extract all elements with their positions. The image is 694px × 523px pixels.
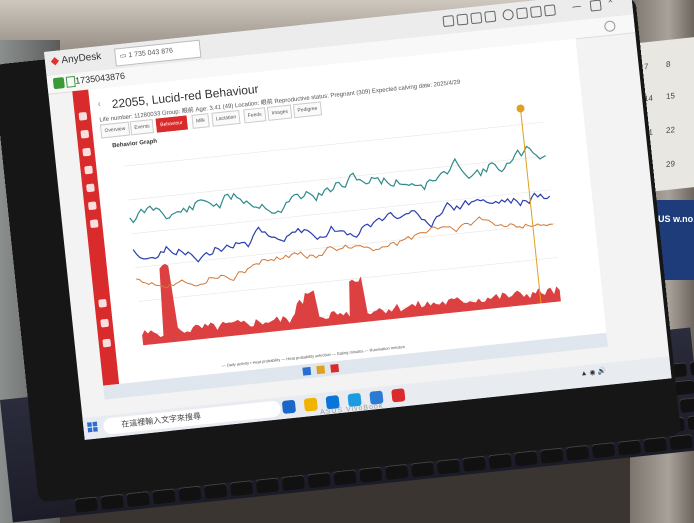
display-icon[interactable] [516, 7, 529, 20]
keyboard-key [488, 452, 512, 470]
keyboard-key [679, 396, 694, 413]
add-icon[interactable] [78, 111, 88, 121]
keyboard-key [410, 461, 435, 478]
keyboard-key [100, 493, 124, 510]
tab-feeds[interactable]: Feeds [243, 107, 267, 124]
settings-icon[interactable] [102, 338, 112, 348]
folder-icon[interactable] [303, 397, 318, 412]
anydesk-taskbar-icon[interactable] [391, 388, 406, 403]
maximize-icon[interactable] [589, 0, 602, 12]
tab-behaviour[interactable]: Behaviour [155, 115, 188, 133]
keyboard-key [617, 439, 642, 456]
anydesk-app-name: AnyDesk [60, 51, 102, 67]
star-icon[interactable] [484, 10, 497, 23]
calendar-day: 8 [666, 59, 671, 70]
remote-address[interactable]: 1735043876 [75, 71, 126, 86]
anydesk-logo: ◆ AnyDesk [50, 51, 102, 68]
cow-icon[interactable] [82, 147, 92, 157]
tab-pedigree[interactable]: Pedigree [292, 101, 323, 119]
session-tab-id: 1 735 043 876 [128, 47, 174, 60]
windows-icon[interactable] [302, 366, 312, 376]
tab-images[interactable]: Images [266, 104, 293, 121]
group-icon[interactable] [87, 201, 97, 211]
marker-line [519, 106, 542, 304]
keyboard-key [126, 490, 150, 508]
toolbar-icon[interactable] [442, 15, 455, 28]
app-icon[interactable] [281, 399, 297, 414]
keyboard-key [591, 442, 616, 459]
keyboard-key [643, 436, 667, 453]
behavior-chart [124, 104, 562, 346]
keyboard-key [514, 450, 538, 467]
info-icon[interactable] [502, 8, 515, 21]
keyboard-key [255, 477, 280, 494]
keyboard-key [152, 488, 176, 505]
heat-probability-area [142, 263, 561, 346]
rumination-line [129, 145, 546, 224]
report-icon[interactable] [98, 298, 107, 308]
keyboard-key [74, 496, 99, 513]
list-icon[interactable] [84, 165, 93, 175]
close-icon[interactable]: × [607, 0, 617, 6]
tab-events[interactable]: Events [129, 118, 155, 136]
chat-icon[interactable] [529, 5, 543, 18]
keyboard-key [689, 359, 694, 376]
calendar-day: 22 [666, 125, 675, 136]
keyboard-key [178, 485, 202, 502]
keyboard-key [566, 444, 590, 462]
grid-line [127, 155, 548, 201]
keyboard-key [204, 482, 228, 500]
tab-bar: Overview Events Behaviour Milk Lactation… [99, 101, 323, 139]
keyboard-key [307, 471, 331, 489]
calendar-day: 15 [666, 91, 675, 102]
back-icon[interactable]: ‹ [97, 98, 101, 108]
anydesk-icon[interactable] [330, 363, 340, 373]
toolbar-icon[interactable] [456, 13, 469, 26]
keyboard-key [281, 474, 305, 491]
keyboard-key [436, 458, 461, 475]
keyboard-key [229, 480, 254, 497]
keyboard-key [669, 433, 693, 451]
marker-dot [516, 104, 525, 113]
toolbar-icon[interactable] [470, 12, 483, 25]
calendar-day: 7 [644, 61, 649, 72]
help-icon[interactable] [100, 318, 110, 328]
system-tray: ▲ ◉ 🔊 [580, 368, 607, 378]
keyboard-key [540, 447, 564, 464]
keyboard-key [333, 469, 357, 486]
windows-start-icon[interactable] [86, 421, 98, 433]
tab-milk[interactable]: Milk [191, 113, 210, 129]
folder-icon[interactable] [316, 365, 326, 375]
grid-line [131, 189, 552, 235]
keyboard-key [462, 455, 486, 472]
settings-icon[interactable] [603, 20, 616, 33]
keyboard-icon[interactable] [543, 4, 556, 17]
keyboard-key [385, 463, 409, 481]
tab-lactation[interactable]: Lactation [211, 109, 241, 127]
keyboard-key [359, 466, 383, 483]
laptop-screen: ◆ AnyDesk ▭ 1 735 043 876 × 1735043876 ‹… [44, 0, 672, 440]
keyboard-key [687, 413, 694, 431]
chart-icon[interactable] [86, 183, 95, 193]
bell-icon[interactable] [89, 219, 99, 229]
search-icon[interactable] [80, 129, 90, 139]
minimize-icon[interactable] [572, 5, 583, 17]
remote-application: ‹ 22055, Lucid-red Behaviour Life number… [72, 38, 607, 386]
connection-check-icon [52, 77, 65, 90]
calendar-day: 29 [666, 159, 675, 170]
tab-overview[interactable]: Overview [99, 121, 131, 139]
